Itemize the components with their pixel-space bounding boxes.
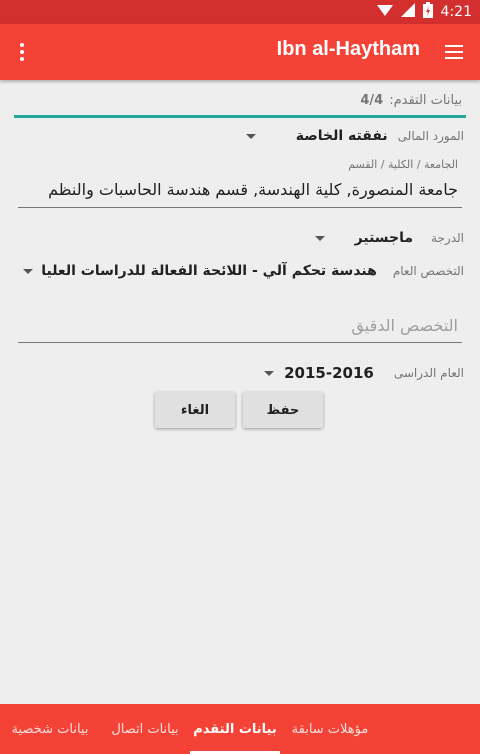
app-title: Ibn al-Haytham (276, 38, 420, 60)
dropdown-caret-icon (264, 370, 275, 376)
academic-year-value: 2015-2016 (284, 364, 374, 382)
funding-value: نفقته الخاصة (295, 128, 388, 144)
university-label-row: الجامعة / الكلية / القسم (348, 158, 458, 171)
bottom-navigation: بيانات شخصية بيانات اتصال بيانات التقدم … (0, 704, 480, 754)
funding-spinner[interactable]: نفقته الخاصة (245, 128, 388, 144)
academic-year-spinner[interactable]: 2015-2016 (264, 364, 374, 382)
tab-contact-data[interactable]: بيانات اتصال (100, 704, 190, 754)
university-label: الجامعة / الكلية / القسم (348, 158, 458, 171)
dropdown-caret-icon (245, 133, 256, 139)
progress-bar (14, 115, 466, 118)
progress-value: 4/4 (360, 93, 384, 108)
progress-label: بيانات التقدم: (389, 93, 462, 108)
cellular-icon (400, 3, 415, 21)
dropdown-caret-icon (23, 268, 34, 274)
hamburger-icon (445, 45, 463, 59)
overflow-menu-button[interactable] (8, 36, 36, 68)
tab-previous-qualifications[interactable]: مؤهلات سابقة (280, 704, 380, 754)
funding-row: المورد المالى نفقته الخاصة (245, 128, 464, 144)
general-spec-spinner[interactable]: هندسة تحكم آلي - اللائحة الفعالة للدراسا… (23, 263, 377, 279)
tab-application-data-label: بيانات التقدم (193, 721, 277, 737)
status-time: 4:21 (440, 4, 472, 20)
general-spec-value: هندسة تحكم آلي - اللائحة الفعالة للدراسا… (41, 263, 377, 279)
degree-row: الدرجة ماجستير (314, 230, 464, 246)
academic-year-label: العام الدراسى (393, 366, 464, 380)
status-bar: 4:21 (0, 0, 480, 24)
precise-spec-underline (18, 342, 462, 343)
university-value: جامعة المنصورة, كلية الهندسة, قسم هندسة … (48, 180, 458, 199)
degree-label: الدرجة (431, 231, 464, 245)
general-spec-row: التخصص العام هندسة تحكم آلي - اللائحة ال… (23, 263, 464, 279)
signal-icon (376, 3, 393, 21)
dropdown-caret-icon (314, 235, 325, 241)
precise-spec-placeholder: التخصص الدقيق (351, 316, 458, 335)
nav-drawer-button[interactable] (438, 36, 470, 68)
battery-charging-icon (422, 2, 433, 22)
funding-label: المورد المالى (397, 129, 464, 143)
university-field[interactable]: جامعة المنصورة, كلية الهندسة, قسم هندسة … (48, 180, 458, 199)
save-button[interactable]: حفظ (243, 392, 323, 428)
academic-year-row: العام الدراسى 2015-2016 (264, 364, 464, 382)
tab-application-data[interactable]: بيانات التقدم (190, 704, 280, 754)
cancel-button[interactable]: الغاء (155, 392, 235, 428)
progress-header: بيانات التقدم: 4/4 (360, 93, 462, 108)
university-underline (18, 207, 462, 208)
general-spec-label: التخصص العام (392, 264, 464, 278)
degree-spinner[interactable]: ماجستير (314, 230, 414, 246)
more-vert-icon (20, 43, 24, 61)
precise-spec-field[interactable]: التخصص الدقيق (351, 316, 458, 335)
app-bar: Ibn al-Haytham (0, 24, 480, 80)
tab-personal-data[interactable]: بيانات شخصية (0, 704, 100, 754)
degree-value: ماجستير (354, 230, 414, 246)
